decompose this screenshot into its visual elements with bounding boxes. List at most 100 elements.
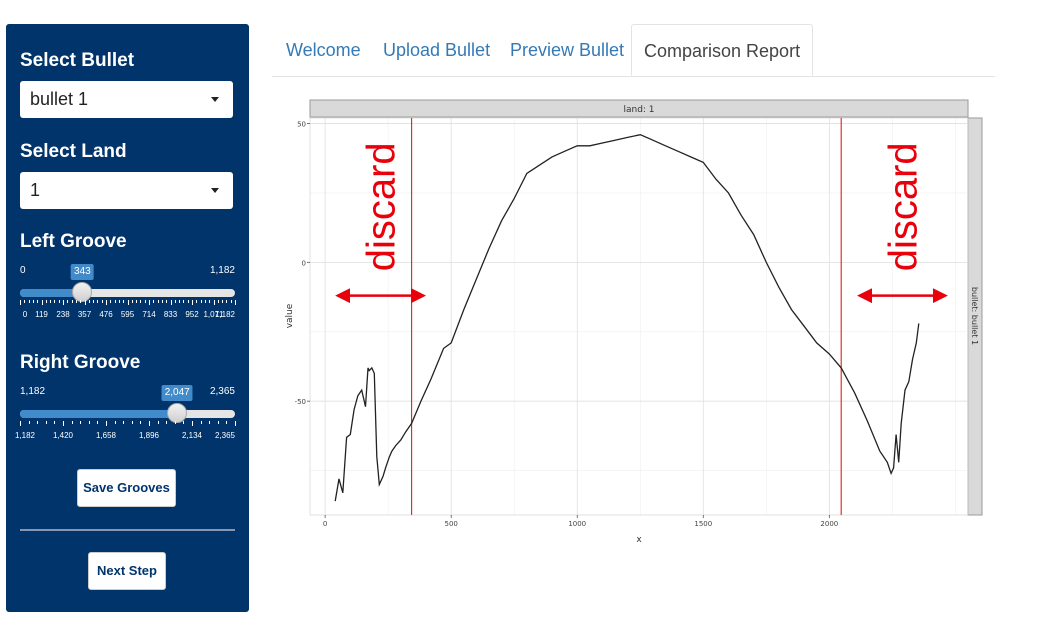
x-tick-label: 0 xyxy=(323,520,327,528)
slider-tick xyxy=(50,300,52,303)
slider-track[interactable] xyxy=(20,410,235,418)
slider-tick xyxy=(140,300,142,303)
slider-tick xyxy=(88,421,90,424)
slider-handle[interactable] xyxy=(72,282,93,302)
slider-tick-label: 1,420 xyxy=(52,431,74,440)
slider-tick xyxy=(54,421,56,424)
slider-handle[interactable] xyxy=(167,403,188,423)
slider-tick xyxy=(45,300,47,303)
slider-tick xyxy=(200,421,202,424)
x-tick-label: 1000 xyxy=(568,520,586,528)
slider-tick xyxy=(131,421,133,424)
slider-track-fill xyxy=(20,410,178,418)
slider-tick xyxy=(192,421,193,426)
slider-tick-label: 952 xyxy=(185,310,199,319)
slider-tick xyxy=(170,300,172,305)
select-bullet-value: bullet 1 xyxy=(30,89,89,109)
left-groove-slider[interactable]: 0 1,182 343 0 119 238 357 476 595 714 833 952 1,0… xyxy=(20,264,236,335)
slider-tick xyxy=(161,300,163,303)
slider-tick xyxy=(217,300,219,303)
select-land-label: Select Land xyxy=(20,141,127,162)
slider-tick xyxy=(136,300,138,303)
slider-tick xyxy=(106,421,107,426)
slider-tick xyxy=(88,300,90,303)
slider-tick-label: 238 xyxy=(56,310,70,319)
right-groove-slider[interactable]: 1,182 2,365 2,047 1,182 1,420 1,658 1,896 2,… xyxy=(15,385,236,456)
grid xyxy=(310,118,968,515)
tab-bar: Welcome Upload Bullet Preview Bullet Com… xyxy=(272,24,995,77)
slider-tick xyxy=(157,300,159,303)
panel-border xyxy=(309,117,969,516)
select-land-dropdown[interactable]: 1 xyxy=(20,172,233,209)
y-tick-label: -50 xyxy=(295,398,306,406)
right-groove-label: Right Groove xyxy=(20,352,141,373)
slider-track[interactable] xyxy=(20,289,235,297)
tab-welcome[interactable]: Welcome xyxy=(286,24,361,76)
slider-tick xyxy=(67,300,69,303)
slider-tick-label: 357 xyxy=(77,310,92,319)
y-tick-label: 50 xyxy=(297,121,306,129)
slider-tick xyxy=(179,300,181,303)
slider-tick xyxy=(217,421,219,424)
slider-tick-label: 595 xyxy=(120,310,135,319)
slider-tick xyxy=(58,300,60,303)
slider-tick-label: 1,182 xyxy=(214,310,236,319)
slider-tick-label: 1,658 xyxy=(95,431,117,440)
tab-upload-bullet[interactable]: Upload Bullet xyxy=(383,24,490,76)
facet-label-top: land: 1 xyxy=(623,105,654,115)
slider-value-bubble: 2,047 xyxy=(161,385,193,401)
slider-tick xyxy=(54,300,56,303)
left-groove-label: Left Groove xyxy=(20,231,127,252)
chevron-down-icon xyxy=(211,188,219,193)
slider-tick xyxy=(71,300,73,303)
slider-tick-label: 2,134 xyxy=(181,431,203,440)
select-bullet-dropdown[interactable]: bullet 1 xyxy=(20,81,233,118)
slider-tick xyxy=(80,421,82,424)
slider-tick xyxy=(106,300,107,305)
slider-tick xyxy=(127,300,129,305)
series-line xyxy=(334,134,920,502)
slider-value-bubble: 343 xyxy=(71,264,94,280)
slider-tick xyxy=(37,300,39,303)
slider-tick xyxy=(174,421,176,424)
y-axis-label: value xyxy=(285,303,295,328)
tab-comparison-report[interactable]: Comparison Report xyxy=(631,24,814,76)
slider-tick xyxy=(140,421,142,424)
slider-tick xyxy=(209,421,211,424)
select-bullet-label: Select Bullet xyxy=(20,50,135,71)
discard-label: discard xyxy=(360,142,404,271)
slider-tick xyxy=(226,300,228,303)
slider-tick xyxy=(200,300,202,303)
next-step-button[interactable]: Next Step xyxy=(88,552,166,590)
slider-max-label: 1,182 xyxy=(209,265,235,276)
groove-plot: land: 1 bullet: bullet 1 0 500 1000 1500 200… xyxy=(285,99,983,545)
select-land-value: 1 xyxy=(30,180,41,200)
tab-preview-bullet[interactable]: Preview Bullet xyxy=(510,24,624,76)
slider-tick xyxy=(153,300,155,303)
slider-tick xyxy=(118,300,120,303)
slider-tick xyxy=(123,300,125,303)
slider-tick xyxy=(183,300,185,303)
slider-tick xyxy=(235,421,236,426)
save-grooves-button[interactable]: Save Grooves xyxy=(77,469,176,507)
chevron-down-icon xyxy=(211,97,219,102)
slider-tick xyxy=(28,421,30,424)
slider-tick xyxy=(41,300,43,305)
x-tick-label: 500 xyxy=(444,520,457,528)
slider-tick-label: 476 xyxy=(99,310,113,319)
slider-tick xyxy=(93,300,95,303)
slider-tick xyxy=(114,421,116,424)
slider-tick-label: 714 xyxy=(142,310,156,319)
slider-tick xyxy=(209,300,211,303)
slider-tick xyxy=(97,300,99,303)
slider-tick xyxy=(28,300,30,303)
sidebar: Select Bullet bullet 1 Select Land 1 Lef… xyxy=(6,24,249,612)
slider-tick xyxy=(166,421,168,424)
slider-tick xyxy=(187,300,189,303)
slider-min-label: 1,182 xyxy=(20,386,46,397)
slider-tick-label: 0 xyxy=(22,310,28,319)
discard-label: discard xyxy=(881,142,925,271)
y-tick-label: 0 xyxy=(302,259,306,267)
slider-tick xyxy=(84,300,86,305)
slider-tick xyxy=(157,421,159,424)
